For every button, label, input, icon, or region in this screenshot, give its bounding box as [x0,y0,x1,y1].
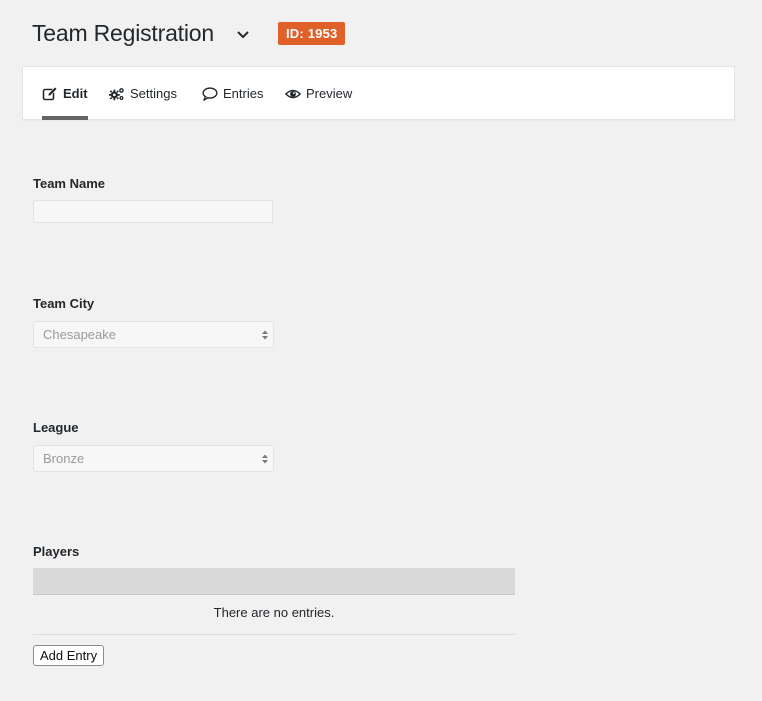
team-city-select[interactable]: Chesapeake [33,321,274,348]
add-entry-button[interactable]: Add Entry [33,645,105,666]
form-tab-bar: Edit Settings Entries Preview [22,66,735,120]
team-city-value: Chesapeake [43,327,116,342]
select-arrows-icon [261,453,269,465]
players-empty-message: There are no entries. [213,605,335,620]
team-city-label: Team City [33,296,95,311]
eye-icon [285,86,301,102]
page-title: Team Registration [32,19,214,46]
tab-settings[interactable]: Settings [109,67,177,120]
select-arrows-icon [261,329,269,341]
team-name-label: Team Name [33,176,106,191]
team-name-input[interactable] [33,200,273,223]
speech-bubble-icon [202,86,218,102]
league-label: League [33,420,79,435]
tab-edit[interactable]: Edit [42,67,88,120]
chevron-down-icon[interactable] [236,28,250,42]
players-label: Players [33,544,80,559]
players-table-header [33,568,515,595]
gears-icon [109,86,125,102]
tab-entries-label: Entries [223,86,264,101]
page-header: Team Registration ID: 1953 [32,16,346,50]
tab-entries[interactable]: Entries [202,67,263,120]
tab-preview-label: Preview [306,86,353,101]
tab-edit-label: Edit [63,86,88,101]
tab-settings-label: Settings [130,86,177,101]
form-id-badge: ID: 1953 [277,21,346,45]
tab-preview[interactable]: Preview [285,67,352,120]
league-value: Bronze [43,451,85,466]
edit-icon [42,86,58,102]
league-select[interactable]: Bronze [33,445,274,472]
players-divider [33,634,515,635]
